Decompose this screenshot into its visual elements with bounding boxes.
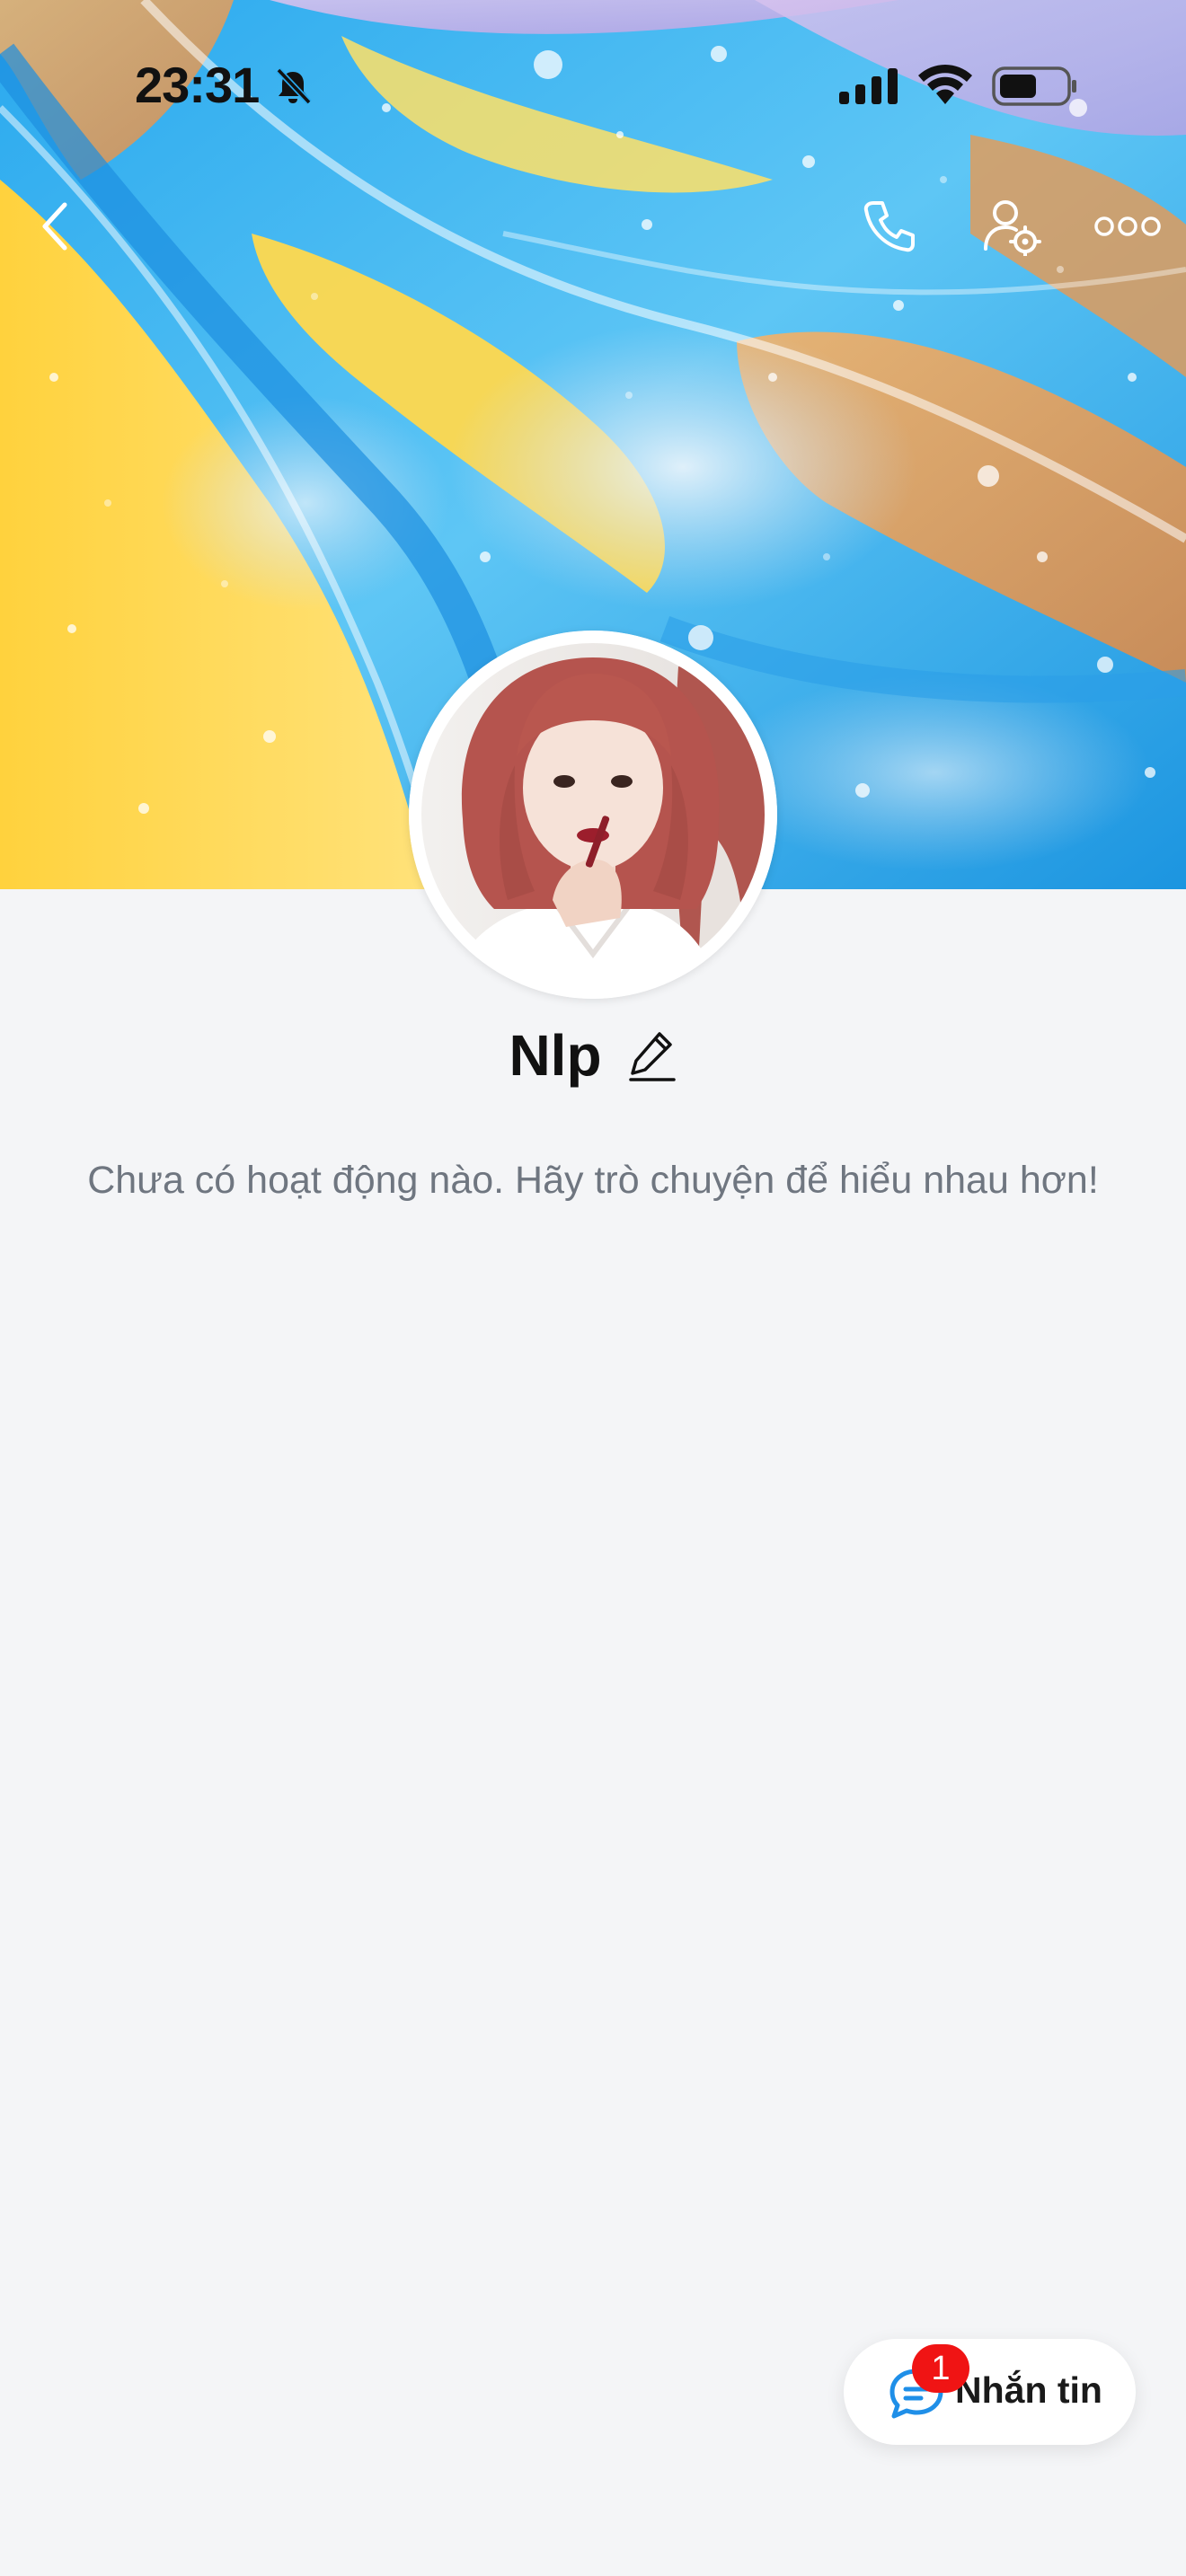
battery-icon <box>992 65 1078 112</box>
bell-slash-icon <box>273 66 313 110</box>
status-time: 23:31 <box>135 57 260 113</box>
edit-name-button[interactable] <box>627 1028 677 1082</box>
cellular-signal-icon <box>839 68 900 109</box>
call-button[interactable] <box>854 194 925 259</box>
back-button[interactable] <box>27 198 84 255</box>
empty-activity-message: Chưa có hoạt động nào. Hãy trò chuyện để… <box>87 1159 1099 1202</box>
more-horizontal-icon <box>1094 216 1161 236</box>
phone-icon <box>863 201 915 252</box>
more-button[interactable] <box>1087 198 1168 255</box>
pencil-icon <box>628 1032 676 1081</box>
user-gear-icon <box>984 200 1041 256</box>
avatar-photo <box>409 631 777 999</box>
profile-name-row: Nlp <box>0 1019 1186 1091</box>
message-button-label: Nhắn tin <box>955 2369 1102 2411</box>
wifi-icon <box>918 65 972 110</box>
avatar[interactable] <box>409 631 777 999</box>
profile-settings-button[interactable] <box>976 194 1048 259</box>
unread-badge: 1 <box>912 2344 969 2393</box>
chevron-left-icon <box>42 202 67 251</box>
status-bar: 23:31 <box>0 0 1186 171</box>
profile-name: Nlp <box>509 1023 602 1088</box>
profile-page: 23:31 Nlp Chưa có hoạt động nào. Hãy trò… <box>0 0 1186 2576</box>
message-button[interactable]: Nhắn tin 1 <box>844 2339 1136 2445</box>
